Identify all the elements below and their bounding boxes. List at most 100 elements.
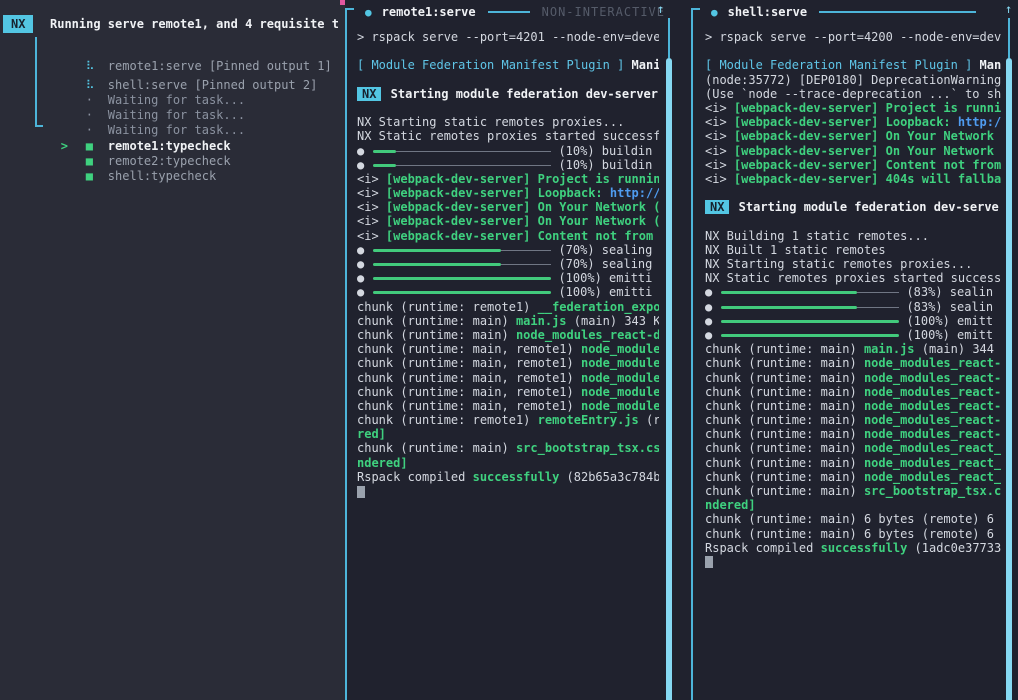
progress-bar (373, 244, 551, 256)
task-label: Waiting for task... (108, 93, 245, 107)
progress-bar (721, 315, 899, 327)
progress-bar (373, 273, 551, 285)
terminal-line: ● (10%) buildin (357, 158, 659, 172)
terminal-line: <i> [webpack-dev-server] On Your Network… (357, 214, 659, 228)
terminal-line: ● (83%) sealin (705, 285, 1001, 299)
terminal-line (705, 555, 1001, 569)
terminal-line (357, 44, 659, 58)
terminal-line: chunk (runtime: main) src_bootstrap_tsx.… (705, 484, 1001, 498)
terminal-line (705, 44, 1001, 58)
terminal-line: chunk (runtime: main, remote1) node_modu… (357, 356, 659, 370)
terminal-line (357, 73, 659, 87)
terminal-line (705, 214, 1001, 228)
tasks-pane: NX Running serve remote1, and 4 requisit… (0, 0, 340, 700)
square-icon: ■ (86, 139, 108, 154)
terminal-line: <i> [webpack-dev-server] Content not fro… (357, 229, 659, 243)
terminal-line: <i> [webpack-dev-server] Project is runn… (705, 101, 1001, 115)
terminal-line: (Use `node --trace-deprecation ...` to s… (705, 87, 1001, 101)
terminal-line: NX Starting static remotes proxies... (705, 257, 1001, 271)
terminal-line: <i> [webpack-dev-server] 404s will fallb… (705, 172, 1001, 186)
terminal-cursor (705, 556, 713, 568)
terminal-line: NX Static remotes proxies started succes… (705, 271, 1001, 285)
terminal-line: ndered] (357, 456, 659, 470)
status-dot-icon: ● (365, 6, 372, 19)
terminal-line: NX Starting static remotes proxies... (357, 115, 659, 129)
terminal-line: chunk (runtime: main) node_modules_react… (705, 456, 1001, 470)
terminal-line: NX Static remotes proxies started succes… (357, 129, 659, 143)
header-rule (488, 11, 530, 13)
pane-header: ● remote1:serve NON-INTERACTIVE (365, 4, 665, 20)
terminal-line: chunk (runtime: remote1) __federation_ex… (357, 300, 659, 314)
pending-dot-icon: · (86, 108, 108, 123)
task-label: shell:serve [Pinned output 2] (108, 78, 318, 92)
task-label: Waiting for task... (108, 108, 245, 122)
scrollbar-track[interactable] (668, 18, 670, 58)
terminal-line: [ Module Federation Manifest Plugin ] Ma… (705, 58, 1001, 72)
terminal-line: chunk (runtime: main) node_modules_react… (705, 371, 1001, 385)
terminal-line: chunk (runtime: main, remote1) node_modu… (357, 385, 659, 399)
typecheck-label: remote1:typecheck (108, 139, 231, 153)
terminal-line: <i> [webpack-dev-server] On Your Network (705, 129, 1001, 143)
terminal-line: ● (70%) sealing (357, 257, 659, 271)
terminal-line (357, 484, 659, 498)
terminal-line: chunk (runtime: main) node_modules_react… (705, 427, 1001, 441)
task-list: ⠧remote1:serve [Pinned output 1] ⠧shell:… (0, 44, 340, 123)
terminal-line: NX Building 1 static remotes... (705, 229, 1001, 243)
header-rule (819, 11, 976, 13)
terminal-line: ● (100%) emitt (705, 314, 1001, 328)
terminal-line: chunk (runtime: main) node_modules_react… (705, 399, 1001, 413)
terminal-line: NX Built 1 static remotes (705, 243, 1001, 257)
terminal-line: red] (357, 427, 659, 441)
terminal-line: > rspack serve --port=4201 --node-env=de… (357, 30, 659, 44)
non-interactive-label: NON-INTERACTIVE (542, 5, 665, 19)
terminal-output: > rspack serve --port=4201 --node-env=de… (357, 30, 659, 498)
spinner-icon: ⠧ (86, 59, 108, 74)
terminal-line: <i> [webpack-dev-server] Loopback: http:… (357, 186, 659, 200)
typecheck-label: remote2:typecheck (108, 154, 231, 168)
terminal-line: ● (70%) sealing (357, 243, 659, 257)
terminal-line: chunk (runtime: main) node_modules_react… (705, 385, 1001, 399)
pane-header: ● shell:serve (711, 4, 992, 20)
terminal-line (357, 101, 659, 115)
terminal-line: chunk (runtime: main) src_bootstrap_tsx.… (357, 441, 659, 455)
pane-title[interactable]: shell:serve (728, 5, 807, 19)
terminal-line: ● (10%) buildin (357, 144, 659, 158)
progress-bar (373, 259, 551, 271)
terminal-line: <i> [webpack-dev-server] On Your Network… (357, 200, 659, 214)
pane-shell-serve: ● shell:serve ↑ > rspack serve --port=42… (691, 0, 1018, 700)
pane-title[interactable]: remote1:serve (382, 5, 476, 19)
terminal-line: <i> [webpack-dev-server] Project is runn… (357, 172, 659, 186)
scroll-up-icon[interactable]: ↑ (657, 3, 664, 15)
terminal-line: ● (83%) sealin (705, 300, 1001, 314)
pending-dot-icon: · (86, 93, 108, 108)
scroll-up-icon[interactable]: ↑ (1005, 3, 1012, 15)
terminal-line: chunk (runtime: main) node_modules_react… (705, 356, 1001, 370)
typecheck-list: >■remote1:typecheck ■remote2:typecheck ■… (0, 124, 340, 169)
scrollbar-track[interactable] (1008, 18, 1010, 58)
terminal-line: <i> [webpack-dev-server] Loopback: http:… (705, 115, 1001, 129)
typecheck-label: shell:typecheck (108, 169, 216, 183)
typecheck-row-remote1[interactable]: >■remote1:typecheck (0, 124, 340, 139)
task-row-remote1-serve[interactable]: ⠧remote1:serve [Pinned output 1] (0, 44, 340, 59)
terminal-line: NX Starting module federation dev-server (357, 87, 659, 101)
terminal-line: (node:35772) [DEP0180] DeprecationWarnin… (705, 73, 1001, 87)
spinner-icon: ⠧ (86, 78, 108, 93)
square-icon: ■ (86, 154, 108, 169)
pane-remote1-serve: ● remote1:serve NON-INTERACTIVE ↑ > rspa… (345, 0, 691, 700)
terminal-line: > rspack serve --port=4200 --node-env=de… (705, 30, 1001, 44)
terminal-cursor (357, 486, 365, 498)
terminal-line: <i> [webpack-dev-server] Content not fro… (705, 158, 1001, 172)
terminal-line: chunk (runtime: main, remote1) node_modu… (357, 342, 659, 356)
nx-terminal-app: NX Running serve remote1, and 4 requisit… (0, 0, 1018, 700)
terminal-line: ndered] (705, 498, 1001, 512)
scrollbar-thumb[interactable] (666, 58, 672, 700)
terminal-line: chunk (runtime: main) 6 bytes (remote) 6 (705, 512, 1001, 526)
progress-bar (721, 287, 899, 299)
terminal-line: chunk (runtime: main) node_modules_react… (705, 413, 1001, 427)
terminal-line: NX Starting module federation dev-serve (705, 200, 1001, 214)
terminal-line: ● (100%) emitt (705, 328, 1001, 342)
progress-bar (721, 329, 899, 341)
running-tasks-title: Running serve remote1, and 4 requisite t… (50, 17, 338, 31)
pane-border (691, 8, 693, 700)
scrollbar-thumb[interactable] (1006, 58, 1012, 700)
